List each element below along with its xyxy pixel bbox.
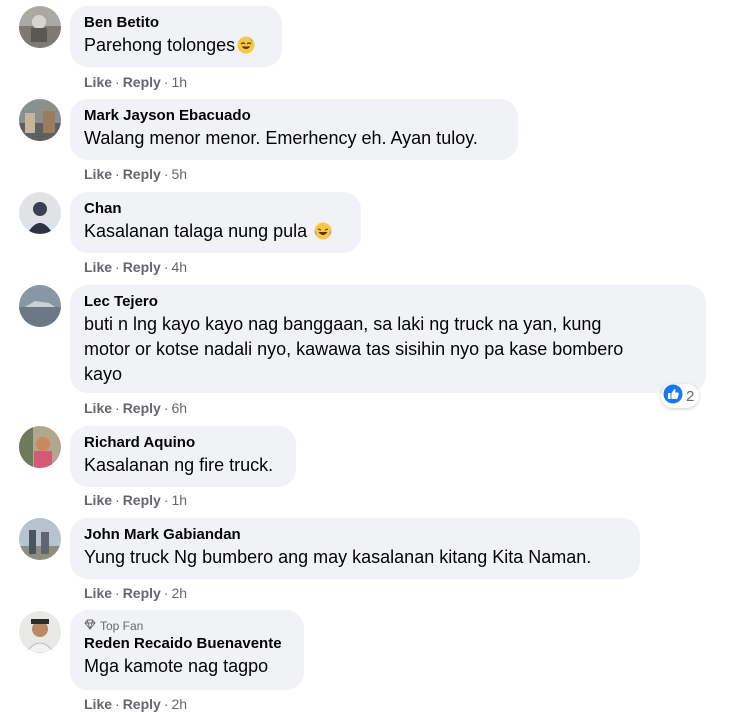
comment-bubble: Chan Kasalanan talaga nung pula — [70, 192, 361, 253]
reply-button[interactable]: Reply — [123, 585, 161, 601]
reply-button[interactable]: Reply — [123, 696, 161, 712]
comment-timestamp[interactable]: 5h — [171, 166, 187, 182]
comment-text: Mga kamote nag tagpo — [84, 656, 269, 676]
comment-author[interactable]: Lec Tejero — [84, 292, 692, 312]
comment-bubble: Richard Aquino Kasalanan ng fire truck. — [70, 426, 296, 487]
avatar[interactable] — [19, 611, 61, 653]
grinning-sweat-emoji — [237, 36, 255, 61]
comment-text-line: motor or kotse nadali nyo, kawawa tas si… — [84, 339, 624, 359]
tears-of-joy-emoji — [314, 222, 332, 247]
comment-bubble: John Mark Gabiandan Yung truck Ng bumber… — [70, 518, 640, 579]
avatar[interactable] — [19, 6, 61, 48]
comment-actions: Like · Reply · 2h — [84, 696, 188, 712]
diamond-icon — [84, 618, 96, 634]
comment-bubble: Mark Jayson Ebacuado Walang menor menor.… — [70, 99, 518, 160]
comment-text-line: buti n lng kayo kayo nag banggaan, sa la… — [84, 314, 602, 334]
reply-button[interactable]: Reply — [123, 400, 161, 416]
top-fan-badge: Top Fan — [84, 618, 290, 634]
reply-button[interactable]: Reply — [123, 259, 161, 275]
avatar[interactable] — [19, 285, 61, 327]
comment-author[interactable]: Reden Recaido Buenavente — [84, 634, 290, 654]
avatar[interactable] — [19, 518, 61, 560]
comment-bubble: Lec Tejero buti n lng kayo kayo nag bang… — [70, 285, 706, 393]
comment-author[interactable]: Chan — [84, 199, 347, 219]
comment-timestamp[interactable]: 4h — [171, 259, 187, 275]
comment-bubble: Ben Betito Parehong tolonges — [70, 6, 282, 67]
like-icon — [663, 384, 683, 408]
reaction-summary[interactable]: 2 — [661, 384, 700, 408]
like-button[interactable]: Like — [84, 696, 112, 712]
avatar[interactable] — [19, 192, 61, 234]
comment-text: Kasalanan ng fire truck. — [84, 455, 274, 475]
like-button[interactable]: Like — [84, 259, 112, 275]
reaction-count: 2 — [686, 387, 695, 405]
comment-timestamp[interactable]: 2h — [171, 585, 187, 601]
comment-timestamp[interactable]: 2h — [171, 696, 187, 712]
comment-timestamp[interactable]: 6h — [171, 400, 187, 416]
comment-actions: Like · Reply · 1h — [84, 492, 188, 508]
comment-author[interactable]: John Mark Gabiandan — [84, 525, 626, 545]
comment-timestamp[interactable]: 1h — [171, 492, 187, 508]
comment-bubble: Top Fan Reden Recaido Buenavente Mga kam… — [70, 610, 304, 690]
like-button[interactable]: Like — [84, 400, 112, 416]
reply-button[interactable]: Reply — [123, 166, 161, 182]
comment-actions: Like · Reply · 4h — [84, 259, 188, 275]
reply-button[interactable]: Reply — [123, 74, 161, 90]
comment-author[interactable]: Mark Jayson Ebacuado — [84, 106, 504, 126]
comment-actions: Like · Reply · 5h — [84, 166, 188, 182]
avatar[interactable] — [19, 99, 61, 141]
comment-actions: Like · Reply · 2h — [84, 585, 188, 601]
reply-button[interactable]: Reply — [123, 492, 161, 508]
comment-text: Parehong tolonges — [84, 33, 268, 61]
comment-author[interactable]: Ben Betito — [84, 13, 268, 33]
comment-timestamp[interactable]: 1h — [171, 74, 187, 90]
like-button[interactable]: Like — [84, 585, 112, 601]
comment-actions: Like · Reply · 6h — [84, 400, 188, 416]
like-button[interactable]: Like — [84, 166, 112, 182]
comment-text: Yung truck Ng bumbero ang may kasalanan … — [84, 547, 592, 567]
comment-text: Walang menor menor. Emerhency eh. Ayan t… — [84, 128, 478, 148]
comment-text: Kasalanan talaga nung pula — [84, 219, 347, 247]
avatar[interactable] — [19, 426, 61, 468]
comment-author[interactable]: Richard Aquino — [84, 433, 282, 453]
like-button[interactable]: Like — [84, 74, 112, 90]
comment-actions: Like · Reply · 1h — [84, 74, 188, 90]
comment-text-line: kayo — [84, 364, 123, 384]
like-button[interactable]: Like — [84, 492, 112, 508]
